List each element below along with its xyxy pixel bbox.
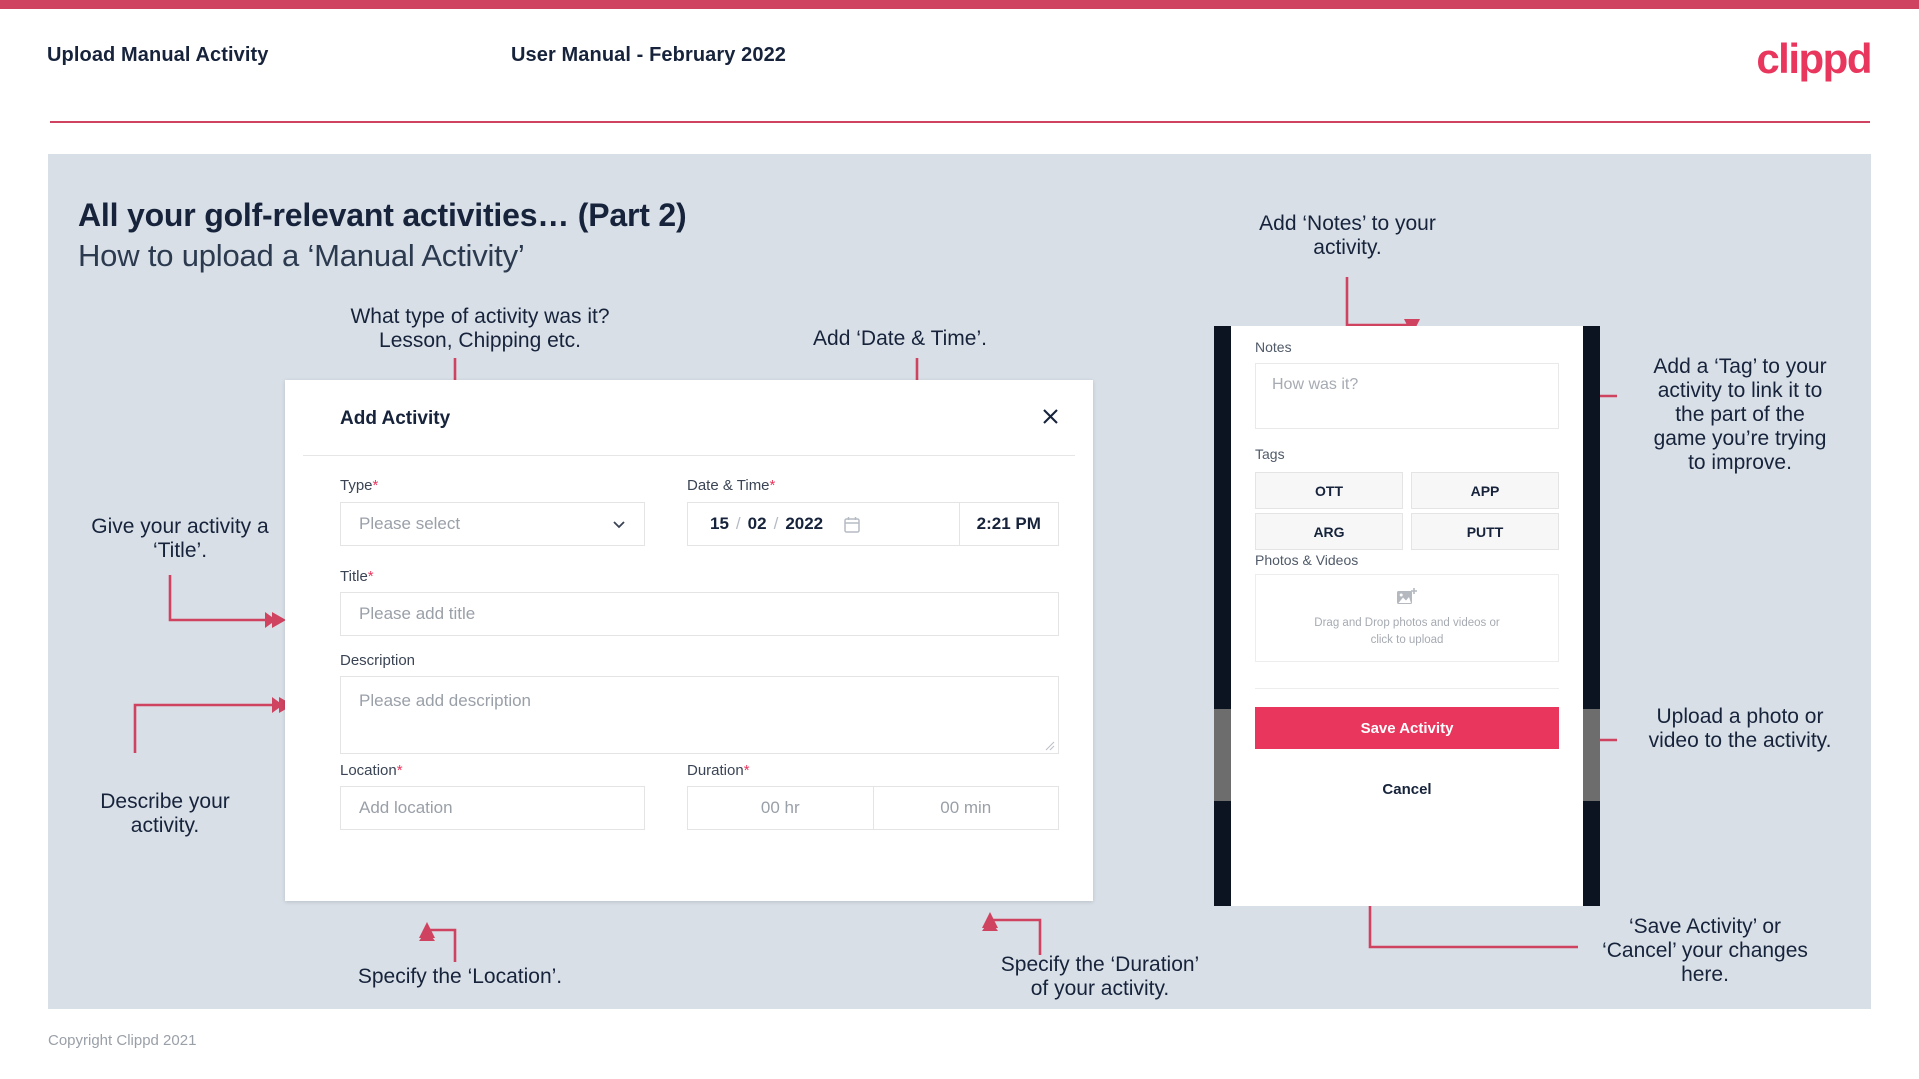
title-label: Title* [340, 568, 374, 585]
notes-placeholder: How was it? [1272, 376, 1359, 393]
location-label: Location* [340, 762, 403, 779]
description-placeholder: Please add description [359, 691, 532, 710]
duration-required-mark: * [743, 762, 750, 779]
date-day: 15 [710, 514, 729, 533]
tag-putt[interactable]: PUTT [1411, 513, 1559, 550]
tag-ott[interactable]: OTT [1255, 472, 1403, 509]
duration-minutes[interactable]: 00 min [874, 787, 1059, 829]
mobile-preview-panel: Notes How was it? Tags OTT APP ARG PUTT … [1214, 326, 1600, 906]
date-sep-2: / [773, 514, 779, 533]
title-required-mark: * [367, 568, 374, 585]
annotation-notes: Add ‘Notes’ to your activity. [1259, 212, 1436, 259]
dropzone-text: Drag and Drop photos and videos or click… [1314, 616, 1500, 646]
page-title: All your golf-relevant activities… (Part… [78, 197, 687, 233]
datetime-label-text: Date & Time [687, 477, 770, 494]
phone-right-bezel [1583, 326, 1600, 906]
duration-hours[interactable]: 00 hr [688, 787, 873, 829]
photo-dropzone[interactable]: Drag and Drop photos and videos or click… [1255, 574, 1559, 662]
title-input-placeholder: Please add title [359, 604, 476, 623]
annotation-location: Specify the ‘Location’. [357, 965, 563, 988]
location-input[interactable]: Add location [340, 786, 645, 830]
notes-textarea[interactable]: How was it? [1255, 363, 1559, 429]
phone-screen: Notes How was it? Tags OTT APP ARG PUTT … [1231, 326, 1583, 906]
slide-root: Upload Manual Activity User Manual - Feb… [0, 0, 1919, 1079]
phone-divider [1255, 688, 1559, 689]
phone-left-bezel [1214, 326, 1231, 906]
time-input[interactable]: 2:21 PM [960, 514, 1058, 534]
annotation-upload: Upload a photo or video to the activity. [1648, 705, 1832, 752]
annotation-datetime: Add ‘Date & Time’. [813, 327, 987, 350]
annotation-type: What type of activity was it? Lesson, Ch… [350, 305, 610, 352]
duration-label: Duration* [687, 762, 750, 779]
photos-videos-label: Photos & Videos [1255, 552, 1359, 568]
type-select[interactable]: Please select [340, 502, 645, 546]
chevron-down-icon [613, 521, 625, 529]
add-activity-dialog: Add Activity Type* Please select Date & … [285, 380, 1093, 901]
resize-grip-icon[interactable] [1044, 740, 1055, 751]
tag-app[interactable]: APP [1411, 472, 1559, 509]
header-center-title: User Manual - February 2022 [511, 44, 787, 66]
notes-label: Notes [1255, 339, 1292, 355]
type-label: Type* [340, 477, 378, 494]
type-select-placeholder: Please select [359, 514, 461, 533]
top-accent-bar [0, 0, 1919, 9]
annotation-title: Give your activity a ‘Title’. [91, 515, 269, 562]
annotation-duration: Specify the ‘Duration’ of your activity. [1000, 953, 1200, 1000]
title-input[interactable]: Please add title [340, 592, 1059, 636]
save-activity-button[interactable]: Save Activity [1255, 707, 1559, 749]
duration-label-text: Duration [687, 762, 744, 779]
description-textarea[interactable]: Please add description [340, 676, 1059, 754]
phone-left-scrollbar[interactable] [1214, 709, 1231, 801]
cancel-button[interactable]: Cancel [1255, 781, 1559, 798]
header-left-title: Upload Manual Activity [47, 44, 269, 66]
type-required-mark: * [372, 477, 379, 494]
date-input[interactable]: 15 / 02 / 2022 [688, 514, 860, 534]
title-label-text: Title [340, 568, 368, 585]
date-month: 02 [747, 514, 767, 533]
description-label: Description [340, 652, 416, 669]
location-required-mark: * [396, 762, 403, 779]
page-subtitle: How to upload a ‘Manual Activity’ [78, 238, 525, 273]
tags-label: Tags [1255, 446, 1285, 462]
dialog-title: Add Activity [340, 408, 451, 429]
header-divider [50, 121, 1870, 123]
location-input-placeholder: Add location [359, 798, 453, 817]
date-year: 2022 [785, 514, 824, 533]
close-icon[interactable] [1033, 399, 1067, 433]
calendar-icon[interactable] [844, 516, 860, 533]
annotation-save: ‘Save Activity’ or ‘Cancel’ your changes… [1602, 915, 1808, 986]
dialog-divider [303, 455, 1075, 456]
annotation-tags: Add a ‘Tag’ to your activity to link it … [1653, 355, 1827, 474]
type-label-text: Type [340, 477, 373, 494]
clippd-logo: clippd [1756, 35, 1872, 82]
datetime-label: Date & Time* [687, 477, 775, 494]
location-label-text: Location [340, 762, 397, 779]
datetime-required-mark: * [769, 477, 776, 494]
copyright-text: Copyright Clippd 2021 [48, 1032, 197, 1049]
date-sep-1: / [735, 514, 741, 533]
datetime-field[interactable]: 15 / 02 / 2022 2:21 PM [687, 502, 1059, 546]
add-image-icon [1397, 587, 1417, 604]
phone-right-scrollbar[interactable] [1583, 709, 1600, 801]
tag-arg[interactable]: ARG [1255, 513, 1403, 550]
annotation-description: Describe your activity. [100, 790, 230, 837]
duration-field[interactable]: 00 hr 00 min [687, 786, 1059, 830]
